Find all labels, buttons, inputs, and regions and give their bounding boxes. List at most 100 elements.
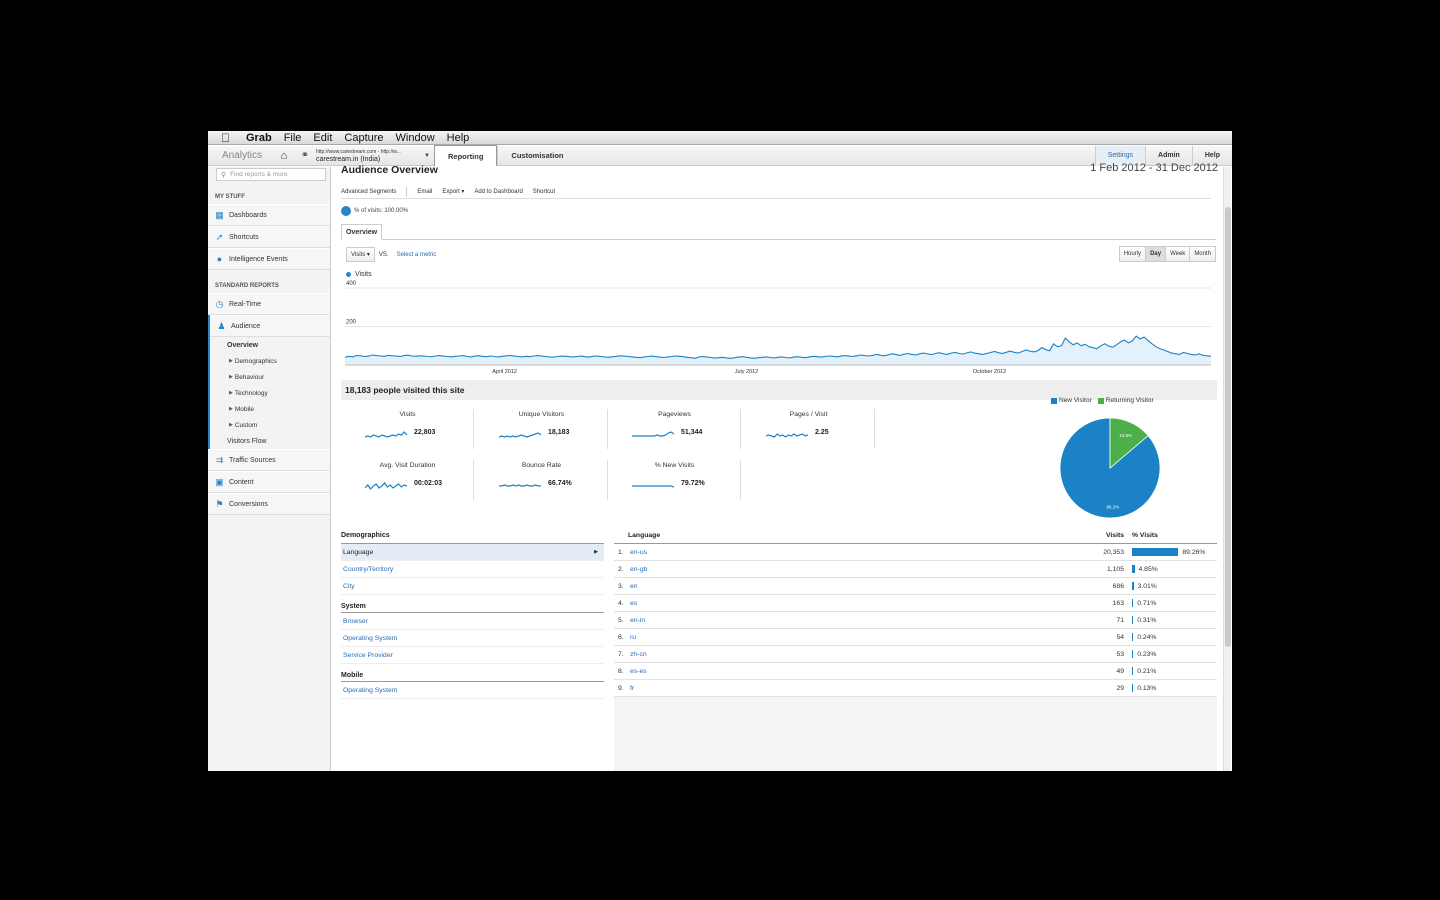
demo-item-mobile-os[interactable]: Operating System (341, 682, 604, 699)
table-row[interactable]: 7. zh-cn 53 0.23% (614, 646, 1217, 663)
week-button[interactable]: Week (1165, 246, 1191, 262)
demo-item-os[interactable]: Operating System (341, 630, 604, 647)
account-selector[interactable]: http://www.carestream.com - http://w... … (312, 148, 424, 164)
table-row[interactable]: 3. en 686 3.01% (614, 578, 1217, 595)
table-row[interactable]: 1. en-us 20,353 89.26% (614, 544, 1217, 561)
metric--new-visits[interactable]: % New Visits 79.72% (608, 460, 741, 500)
email-button[interactable]: Email (417, 189, 432, 195)
metric-avg-visit-duration[interactable]: Avg. Visit Duration 00:02:03 (341, 460, 474, 500)
language-link[interactable]: en-us (630, 549, 647, 556)
sidebar-item-audience[interactable]: ♟ Audience (210, 315, 330, 337)
hourly-button[interactable]: Hourly (1118, 246, 1147, 262)
analytics-logo[interactable]: Analytics (208, 150, 274, 161)
pie-slice-label: 13.8% (1119, 433, 1132, 438)
home-icon[interactable]: ⌂ (274, 150, 294, 162)
chevron-down-icon[interactable]: ▼ (424, 153, 434, 159)
legend-swatch (346, 272, 351, 277)
sidebar-item-label: Shortcuts (229, 233, 259, 241)
metric-pageviews[interactable]: Pageviews 51,344 (608, 409, 741, 449)
sidebar-sub-behaviour[interactable]: ▶ Behaviour (210, 369, 330, 385)
demographics-panel: Demographics Language ▶ Country/Territory… (341, 532, 604, 771)
metric-dropdown[interactable]: Visits ▾ (346, 247, 375, 262)
table-row[interactable]: 5. en-in 71 0.31% (614, 612, 1217, 629)
metric-bounce-rate[interactable]: Bounce Rate 66.74% (475, 460, 608, 500)
scrollbar-thumb[interactable] (1225, 207, 1231, 647)
metric-label: Pages / Visit (789, 411, 828, 418)
visits-line-chart[interactable]: 400 200 April 2012 July 2012 October 2012 (341, 279, 1221, 374)
search-placeholder: Find reports & more (230, 171, 288, 178)
scrollbar[interactable] (1223, 167, 1231, 771)
menu-file[interactable]: File (284, 132, 302, 144)
sidebar-sub-demographics[interactable]: ▶ Demographics (210, 353, 330, 369)
language-link[interactable]: es (630, 600, 637, 607)
sidebar-item-content[interactable]: ▣ Content (208, 471, 330, 493)
tab-customisation[interactable]: Customisation (497, 145, 576, 166)
menu-capture[interactable]: Capture (344, 132, 383, 144)
visits-area (345, 336, 1211, 365)
menu-window[interactable]: Window (396, 132, 435, 144)
tab-overview[interactable]: Overview (341, 224, 383, 240)
demo-item-country[interactable]: Country/Territory (341, 561, 604, 578)
language-link[interactable]: en (630, 583, 638, 590)
demo-item-language[interactable]: Language ▶ (341, 544, 604, 561)
sidebar-sub-overview[interactable]: Overview (210, 337, 330, 353)
export-button[interactable]: Export ▾ (442, 188, 464, 195)
table-header: Language Visits % Visits (614, 532, 1217, 544)
column-language[interactable]: Language (614, 532, 1124, 543)
sidebar-item-shortcuts[interactable]: ➚ Shortcuts (208, 226, 330, 248)
sidebar-item-dashboards[interactable]: ▦ Dashboards (208, 204, 330, 226)
table-row[interactable]: 2. en-gb 1,105 4.85% (614, 561, 1217, 578)
language-link[interactable]: zh-cn (630, 651, 647, 658)
metric-selector: Visits ▾ VS. Select a metric (346, 247, 436, 262)
visitor-pie-chart[interactable]: 86.2% 13.8% (1057, 415, 1163, 521)
sidebar-sub-mobile[interactable]: ▶ Mobile (210, 401, 330, 417)
sidebar-item-realtime[interactable]: ◷ Real-Time (208, 293, 330, 315)
tab-reporting[interactable]: Reporting (434, 145, 498, 166)
shortcut-button[interactable]: Shortcut (533, 189, 555, 195)
table-row[interactable]: 8. es-es 49 0.21% (614, 663, 1217, 680)
metric-unique-visitors[interactable]: Unique Visitors 18,183 (475, 409, 608, 449)
pct-visits-cell: 0.23% (1132, 650, 1156, 658)
language-link[interactable]: en-in (630, 617, 645, 624)
metric-visits[interactable]: Visits 22,803 (341, 409, 474, 449)
sidebar-item-conversions[interactable]: ⚑ Conversions (208, 493, 330, 515)
select-metric-link[interactable]: Select a metric (397, 252, 437, 258)
demo-item-city[interactable]: City (341, 578, 604, 595)
apple-icon[interactable]:  (221, 132, 235, 144)
column-pct-visits[interactable]: % Visits (1132, 532, 1158, 539)
visits-value: 53 (1116, 650, 1124, 658)
advanced-segments-button[interactable]: Advanced Segments (341, 189, 396, 195)
day-button[interactable]: Day (1145, 246, 1167, 262)
page-title: Audience Overview (341, 164, 438, 176)
date-range-picker[interactable]: 1 Feb 2012 - 31 Dec 2012 (1090, 162, 1218, 174)
month-button[interactable]: Month (1189, 246, 1216, 262)
sidebar-sub-custom[interactable]: ▶ Custom (210, 417, 330, 433)
menu-edit[interactable]: Edit (313, 132, 332, 144)
sidebar-sub-technology[interactable]: ▶ Technology (210, 385, 330, 401)
language-cell: 3. en (614, 583, 1119, 590)
language-link[interactable]: ru (630, 634, 636, 641)
account-site: carestream.in (India) (316, 155, 381, 163)
triangle-right-icon: ▶ (229, 374, 233, 380)
metric-label: % New Visits (654, 462, 695, 469)
table-row[interactable]: 6. ru 54 0.24% (614, 629, 1217, 646)
sidebar-sub-visitors-flow[interactable]: Visitors Flow (210, 433, 330, 449)
table-row[interactable]: 9. fr 29 0.13% (614, 680, 1217, 697)
metric-pages-visit[interactable]: Pages / Visit 2.25 (742, 409, 875, 449)
sidebar-item-traffic-sources[interactable]: ⇉ Traffic Sources (208, 449, 330, 471)
row-number: 6. (618, 633, 624, 641)
language-link[interactable]: fr (630, 685, 634, 692)
language-link[interactable]: en-gb (630, 566, 647, 573)
pct-value: 0.23% (1137, 650, 1157, 658)
sidebar-item-intelligence[interactable]: ● Intelligence Events (208, 248, 330, 270)
demo-item-service-provider[interactable]: Service Provider (341, 647, 604, 664)
table-row[interactable]: 4. es 163 0.71% (614, 595, 1217, 612)
column-visits[interactable]: Visits (1106, 532, 1124, 539)
search-input[interactable]: ⚲ Find reports & more (216, 168, 326, 181)
demo-item-browser[interactable]: Browser (341, 613, 604, 630)
menu-help[interactable]: Help (447, 132, 470, 144)
add-to-dashboard-button[interactable]: Add to Dashboard (474, 189, 522, 195)
menu-grab[interactable]: Grab (246, 132, 272, 144)
language-link[interactable]: es-es (630, 668, 647, 675)
visits-value: 20,353 (1103, 548, 1124, 556)
